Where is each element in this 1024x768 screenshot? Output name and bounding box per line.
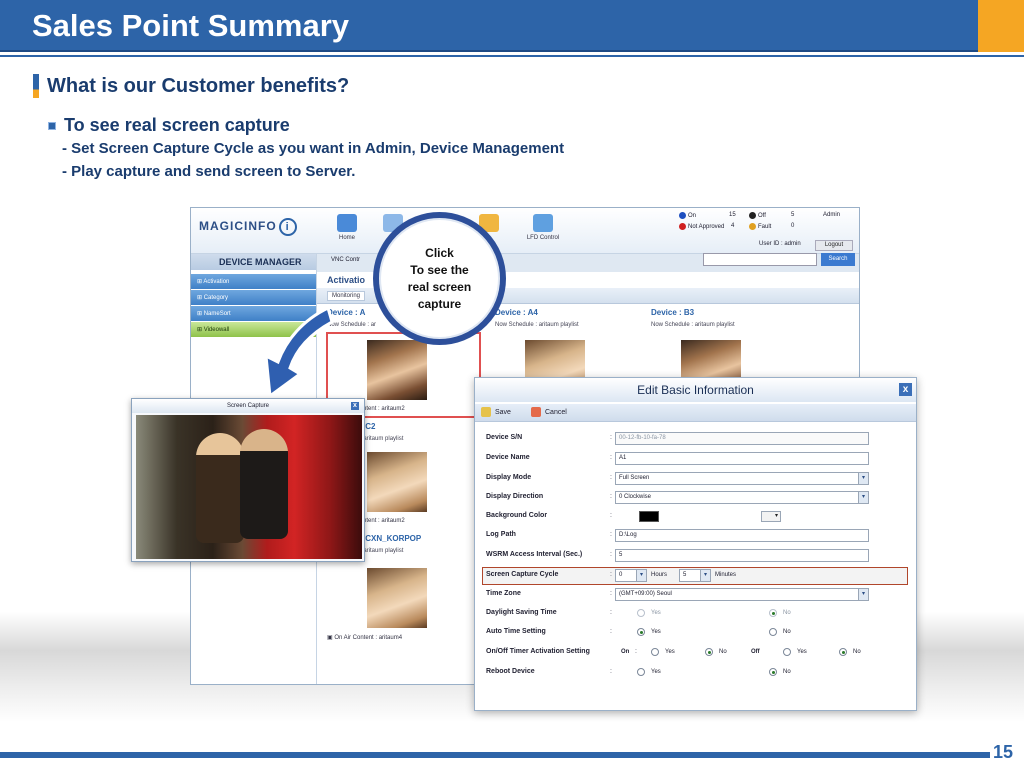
auto-time-row: Auto Time Setting: Yes No [486, 628, 791, 636]
color-picker-button[interactable]: ▾ [761, 511, 781, 522]
device-schedule: Now Schedule : aritaum playlist [651, 322, 735, 328]
fault-status-icon [749, 223, 756, 230]
timer-on-no-radio[interactable]: No [705, 648, 727, 656]
sidebar-item-activation[interactable]: ⊞ Activation [191, 274, 316, 289]
search-button[interactable]: Search [821, 253, 855, 266]
screen-capture-cycle-row: Screen Capture Cycle: 0 ▾ Hours 5 ▾ Minute… [475, 567, 916, 585]
vnc-control-label[interactable]: VNC Contr [331, 257, 360, 263]
close-icon[interactable]: x [351, 402, 359, 410]
on-status-icon [679, 212, 686, 219]
toolbar-home[interactable]: Home [327, 214, 367, 241]
device-name-row: Device Name: A1 [475, 450, 916, 468]
daylight-saving-row: Daylight Saving Time: Yes No [486, 609, 791, 617]
device-sn-row: Device S/N: 00-12-fb-10-fa-78 [475, 430, 916, 448]
chevron-down-icon: ▾ [700, 570, 710, 581]
callout-text: Click To see the real screen capture [407, 246, 472, 311]
capture-hours-select[interactable]: 0 ▾ [615, 569, 647, 582]
device-thumbnail[interactable] [367, 568, 427, 628]
device-schedule: Now Schedule : aritaum playlist [495, 322, 579, 328]
user-id-label: User ID : admin [759, 241, 801, 247]
square-bullet-icon [48, 121, 56, 130]
sub-bullet: - Play capture and send screen to Server… [62, 163, 356, 180]
app-logo: MAGICINFO i [199, 218, 297, 236]
captured-screen-image [136, 415, 362, 559]
dst-no-radio: No [769, 609, 791, 617]
title-underline [0, 55, 1024, 57]
reboot-device-row: Reboot Device: Yes No [486, 668, 791, 676]
main-bullet-text: To see real screen capture [64, 115, 290, 135]
sub-bullet: - Set Screen Capture Cycle as you want i… [62, 140, 565, 157]
capture-minutes-select[interactable]: 5 ▾ [679, 569, 711, 582]
dst-yes-radio: Yes [637, 609, 661, 617]
display-mode-row: Display Mode: Full Screen ▾ [475, 470, 916, 488]
slide-title: Sales Point Summary [32, 8, 350, 43]
display-mode-select[interactable]: Full Screen ▾ [615, 472, 869, 485]
screen-capture-window: Screen Capture x [131, 398, 365, 562]
timer-off-no-radio[interactable]: No [839, 648, 861, 656]
reboot-no-radio[interactable]: No [769, 668, 791, 676]
save-button[interactable]: Save [481, 407, 511, 417]
chevron-down-icon: ▾ [636, 570, 646, 581]
timer-on-yes-radio[interactable]: Yes [651, 648, 675, 656]
tab-activation[interactable]: Activatio [327, 275, 365, 285]
chevron-down-icon: ▾ [858, 492, 868, 503]
app-topbar: MAGICINFO i Home LFD Control On 15 Off 5 … [191, 208, 859, 254]
log-path-row: Log Path: D:\Log [475, 527, 916, 545]
capture-window-title: Screen Capture x [132, 399, 364, 413]
sidebar-title: DEVICE MANAGER [191, 254, 316, 270]
footer-bar [0, 752, 990, 758]
timer-off-yes-radio[interactable]: Yes [783, 648, 807, 656]
info-logo-icon: i [278, 218, 297, 236]
device-title[interactable]: Device : B3 [651, 308, 694, 317]
page-number: 15 [993, 742, 1014, 762]
cancel-button[interactable]: Cancel [531, 407, 567, 417]
log-path-field[interactable]: D:\Log [615, 529, 869, 542]
wsrm-interval-field[interactable]: 5 [615, 549, 869, 562]
wsrm-interval-row: WSRM Access Interval (Sec.): 5 [475, 547, 916, 565]
lfd-control-icon [533, 214, 553, 232]
shopper-figure [240, 429, 288, 539]
auto-time-yes-radio[interactable]: Yes [637, 628, 661, 636]
color-swatch [639, 511, 659, 522]
heading-text: What is our Customer benefits? [47, 74, 350, 97]
not-approved-icon [679, 223, 686, 230]
chevron-down-icon: ▾ [858, 473, 868, 484]
dialog-toolbar: Save Cancel [475, 404, 916, 422]
chevron-down-icon: ▾ [858, 589, 868, 600]
dialog-title: Edit Basic Information [475, 378, 916, 402]
display-direction-row: Display Direction: 0 Clockwise ▾ [475, 489, 916, 507]
shopper-figure [196, 433, 244, 543]
reboot-yes-radio[interactable]: Yes [637, 668, 661, 676]
title-accent-box [978, 0, 1024, 52]
toolbar-lfd-control[interactable]: LFD Control [523, 214, 563, 241]
device-onair: ▣ On Air Content : aritaum4 [327, 635, 403, 641]
logout-button[interactable]: Logout [815, 240, 853, 251]
section-heading: What is our Customer benefits? [33, 74, 349, 98]
main-bullet: To see real screen capture [48, 115, 290, 136]
device-thumbnail[interactable] [367, 452, 427, 512]
background-color-row: Background Color: ▾ [475, 508, 916, 526]
display-direction-select[interactable]: 0 Clockwise ▾ [615, 491, 869, 504]
save-icon [481, 407, 491, 417]
device-sn-field: 00-12-fb-10-fa-78 [615, 432, 869, 445]
device-status-panel: On 15 Off 5 Admin Not Approved 4 Fault 0 [671, 210, 859, 232]
close-icon[interactable]: x [899, 383, 912, 396]
search-input[interactable] [703, 253, 817, 266]
heading-marker-icon [33, 74, 39, 98]
time-zone-select[interactable]: (GMT+09:00) Seoul ▾ [615, 588, 869, 601]
home-icon [337, 214, 357, 232]
device-name-field[interactable]: A1 [615, 452, 869, 465]
off-status-icon [749, 212, 756, 219]
cancel-icon [531, 407, 541, 417]
auto-time-no-radio[interactable]: No [769, 628, 791, 636]
timer-activation-row: On/Off Timer Activation Setting: On Yes … [486, 648, 861, 656]
pointer-arrow-icon [264, 305, 334, 399]
edit-basic-info-dialog: Edit Basic Information x Save Cancel Dev… [474, 377, 917, 711]
time-zone-row: Time Zone: (GMT+09:00) Seoul ▾ [475, 586, 916, 604]
